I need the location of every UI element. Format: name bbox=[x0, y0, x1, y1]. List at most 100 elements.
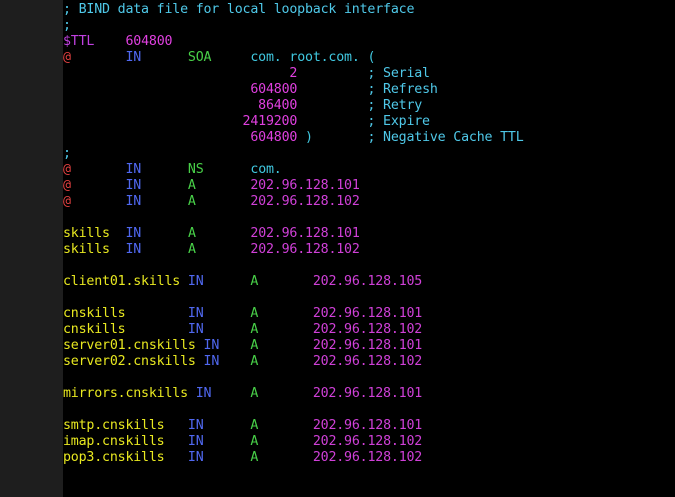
text-space bbox=[94, 34, 125, 49]
text-space bbox=[196, 226, 251, 241]
text-address: 202.96.128.101 bbox=[250, 226, 360, 241]
text-address: 202.96.128.101 bbox=[312, 338, 423, 353]
buffer-line: ; bbox=[63, 18, 524, 34]
buffer-line: $TTL 604800 bbox=[63, 34, 524, 50]
text-record-class: IN bbox=[187, 274, 204, 289]
buffer-line: smtp.cnskills IN A 202.96.128.101 bbox=[63, 418, 524, 434]
buffer-line: 2 ; Serial bbox=[63, 66, 524, 82]
text-origin: @ bbox=[63, 178, 71, 193]
text-domain: com. root.com. ( bbox=[250, 50, 376, 65]
text-domain: ) bbox=[297, 130, 368, 145]
text-space bbox=[297, 98, 367, 113]
text-record-class: IN bbox=[125, 50, 142, 65]
text-record-class: IN bbox=[203, 338, 220, 353]
text-space bbox=[258, 274, 313, 289]
text-number: 604800 bbox=[250, 130, 298, 145]
text-space bbox=[204, 418, 251, 433]
buffer-line: pop3.cnskills IN A 202.96.128.102 bbox=[63, 450, 524, 466]
buffer-line: server02.cnskills IN A 202.96.128.102 bbox=[63, 354, 524, 370]
text-record-class: IN bbox=[195, 386, 212, 401]
text-space bbox=[110, 226, 126, 241]
text-comment: ; bbox=[63, 146, 71, 161]
buffer-line: skills IN A 202.96.128.101 bbox=[63, 226, 524, 242]
terminal-window[interactable]: ; BIND data file for local loopback inte… bbox=[63, 0, 675, 497]
text-origin: @ bbox=[63, 162, 71, 177]
text-space bbox=[196, 178, 251, 193]
buffer-line: client01.skills IN A 202.96.128.105 bbox=[63, 274, 524, 290]
text-space bbox=[297, 66, 367, 81]
buffer-line: ; bbox=[63, 146, 524, 162]
text-variable: $TTL bbox=[63, 34, 95, 49]
text-address: 202.96.128.102 bbox=[312, 354, 423, 369]
text-comment: ; Negative Cache TTL bbox=[367, 130, 524, 145]
text-space bbox=[71, 162, 126, 177]
text-space bbox=[204, 322, 251, 337]
text-space bbox=[164, 418, 187, 433]
text-record-class: IN bbox=[125, 162, 142, 177]
text-comment: ; BIND data file for local loopback inte… bbox=[63, 2, 415, 17]
text-record-class: IN bbox=[187, 418, 204, 433]
text-space bbox=[258, 322, 313, 337]
text-address: 202.96.128.101 bbox=[250, 178, 360, 193]
text-space bbox=[71, 194, 126, 209]
text-space bbox=[196, 338, 204, 353]
text-space bbox=[125, 306, 187, 321]
editor-buffer[interactable]: ; BIND data file for local loopback inte… bbox=[63, 2, 524, 466]
text-space bbox=[258, 306, 313, 321]
text-space bbox=[196, 194, 251, 209]
text-space bbox=[297, 82, 367, 97]
text-space bbox=[125, 322, 187, 337]
buffer-line: imap.cnskills IN A 202.96.128.102 bbox=[63, 434, 524, 450]
text-record-class: IN bbox=[125, 178, 142, 193]
buffer-line: 2419200 ; Expire bbox=[63, 114, 524, 130]
text-number: 604800 bbox=[250, 82, 298, 97]
text-address: 202.96.128.101 bbox=[312, 386, 423, 401]
text-comment: ; Retry bbox=[367, 98, 423, 113]
text-space bbox=[63, 114, 243, 129]
text-address: 202.96.128.102 bbox=[312, 322, 423, 337]
text-space bbox=[141, 226, 188, 241]
text-comment: ; Serial bbox=[367, 66, 430, 81]
text-space bbox=[164, 434, 187, 449]
text-number: 86400 bbox=[258, 98, 298, 113]
text-space bbox=[63, 66, 289, 81]
text-space bbox=[297, 114, 367, 129]
buffer-line: @ IN A 202.96.128.102 bbox=[63, 194, 524, 210]
text-space bbox=[110, 242, 126, 257]
text-space bbox=[141, 162, 188, 177]
text-hostname: smtp.cnskills bbox=[63, 418, 165, 433]
buffer-line: cnskills IN A 202.96.128.101 bbox=[63, 306, 524, 322]
buffer-line: 604800 ; Refresh bbox=[63, 82, 524, 98]
text-record-type: A bbox=[187, 242, 196, 257]
text-record-type: A bbox=[250, 386, 259, 401]
text-hostname: imap.cnskills bbox=[63, 434, 165, 449]
text-address: 202.96.128.102 bbox=[312, 434, 423, 449]
buffer-line: 604800 ) ; Negative Cache TTL bbox=[63, 130, 524, 146]
text-space bbox=[196, 354, 204, 369]
buffer-line: cnskills IN A 202.96.128.102 bbox=[63, 322, 524, 338]
text-record-type: NS bbox=[187, 162, 204, 177]
text-comment: ; Refresh bbox=[367, 82, 438, 97]
text-space bbox=[258, 418, 313, 433]
text-space bbox=[180, 274, 188, 289]
buffer-line bbox=[63, 290, 524, 306]
text-comment: ; Expire bbox=[367, 114, 430, 129]
text-space bbox=[204, 274, 251, 289]
text-record-type: SOA bbox=[187, 50, 212, 65]
text-space bbox=[258, 450, 313, 465]
text-address: 202.96.128.101 bbox=[312, 418, 423, 433]
text-space bbox=[211, 50, 250, 65]
text-domain: com. bbox=[250, 162, 282, 177]
buffer-line: server01.cnskills IN A 202.96.128.101 bbox=[63, 338, 524, 354]
text-number: 604800 bbox=[125, 34, 173, 49]
text-record-class: IN bbox=[203, 354, 220, 369]
text-space bbox=[141, 50, 188, 65]
text-space bbox=[188, 386, 196, 401]
text-origin: @ bbox=[63, 194, 71, 209]
text-space bbox=[258, 386, 313, 401]
text-space bbox=[63, 98, 258, 113]
buffer-line: @ IN SOA com. root.com. ( bbox=[63, 50, 524, 66]
buffer-line: 86400 ; Retry bbox=[63, 98, 524, 114]
text-number: 2419200 bbox=[242, 114, 298, 129]
text-address: 202.96.128.102 bbox=[250, 242, 360, 257]
